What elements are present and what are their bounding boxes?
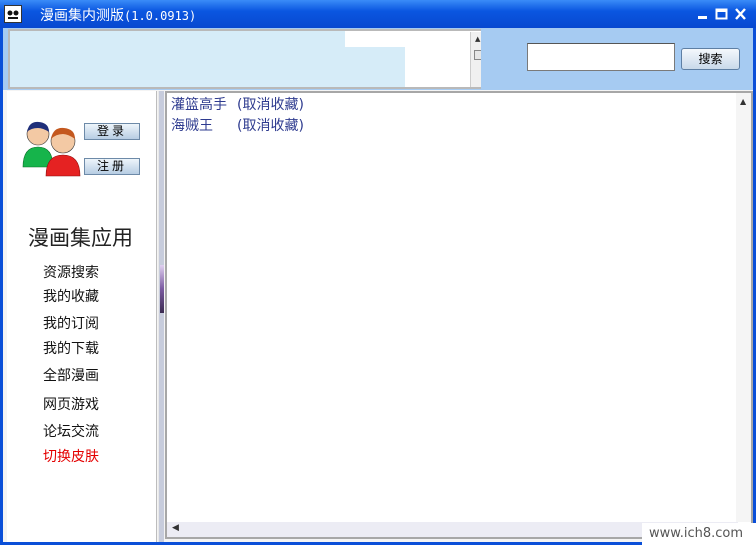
search-button[interactable]: 搜索 <box>681 48 740 70</box>
close-icon[interactable] <box>733 7 748 21</box>
vertical-scrollbar[interactable]: ▲ <box>736 93 751 522</box>
favorite-title-link[interactable]: 灌篮高手 <box>171 94 237 114</box>
banner-cloud-tail <box>345 47 405 87</box>
register-button[interactable]: 注册 <box>84 158 140 175</box>
favorite-title-link[interactable]: 海贼王 <box>171 115 237 135</box>
top-banner: ▲ 搜索 <box>3 28 753 90</box>
search-input[interactable] <box>527 43 675 71</box>
comic-app-icon <box>4 5 22 23</box>
users-icon <box>21 119 83 177</box>
window-client: ▲ 搜索 登录 注册 漫画集应用 资源搜索 我的收藏 我的订阅 我的下载 全部漫… <box>3 28 753 542</box>
title-bar[interactable]: 漫画集内测版(1.0.0913) <box>0 0 756 28</box>
splitter-grip[interactable] <box>160 265 164 313</box>
scroll-up-icon[interactable]: ▲ <box>475 35 480 43</box>
scroll-thumb[interactable] <box>474 50 481 60</box>
list-item: 灌篮高手 (取消收藏) <box>171 94 304 114</box>
banner-scrollbar[interactable]: ▲ <box>470 32 481 87</box>
window-title-text: 漫画集内测版 <box>40 8 124 24</box>
left-sidebar: 登录 注册 漫画集应用 资源搜索 我的收藏 我的订阅 我的下载 全部漫画 网页游… <box>7 91 157 542</box>
sidebar-item-resource-search[interactable]: 资源搜索 <box>43 262 99 282</box>
sidebar-item-my-downloads[interactable]: 我的下载 <box>43 338 99 358</box>
scroll-up-icon[interactable]: ▲ <box>740 97 746 106</box>
unfavorite-link[interactable]: (取消收藏) <box>237 97 304 113</box>
minimize-icon[interactable] <box>695 7 710 21</box>
panel-splitter[interactable] <box>158 91 164 542</box>
sidebar-item-my-favorites[interactable]: 我的收藏 <box>43 286 99 306</box>
maximize-icon[interactable] <box>714 7 729 21</box>
sidebar-item-all-comics[interactable]: 全部漫画 <box>43 365 99 385</box>
banner-cloud <box>10 31 345 87</box>
sidebar-item-web-games[interactable]: 网页游戏 <box>43 394 99 414</box>
sidebar-item-forum[interactable]: 论坛交流 <box>43 421 99 441</box>
scroll-left-icon[interactable]: ◀ <box>172 523 179 533</box>
list-item: 海贼王 (取消收藏) <box>171 115 304 135</box>
unfavorite-link[interactable]: (取消收藏) <box>237 118 304 134</box>
sidebar-item-switch-skin[interactable]: 切换皮肤 <box>43 446 99 466</box>
watermark: www.ich8.com <box>642 523 756 545</box>
favorites-content: 灌篮高手 (取消收藏) 海贼王 (取消收藏) ▲ ◀ <box>165 91 753 539</box>
sidebar-item-my-subscriptions[interactable]: 我的订阅 <box>43 313 99 333</box>
banner-frame: ▲ <box>8 29 481 89</box>
section-title: 漫画集应用 <box>28 226 133 250</box>
window-title: 漫画集内测版(1.0.0913) <box>40 5 196 25</box>
app-window: 漫画集内测版(1.0.0913) ▲ 搜索 登录 注册 漫画集应用 资源搜索 我… <box>0 0 756 545</box>
login-button[interactable]: 登录 <box>84 123 140 140</box>
window-version: (1.0.0913) <box>124 9 197 23</box>
